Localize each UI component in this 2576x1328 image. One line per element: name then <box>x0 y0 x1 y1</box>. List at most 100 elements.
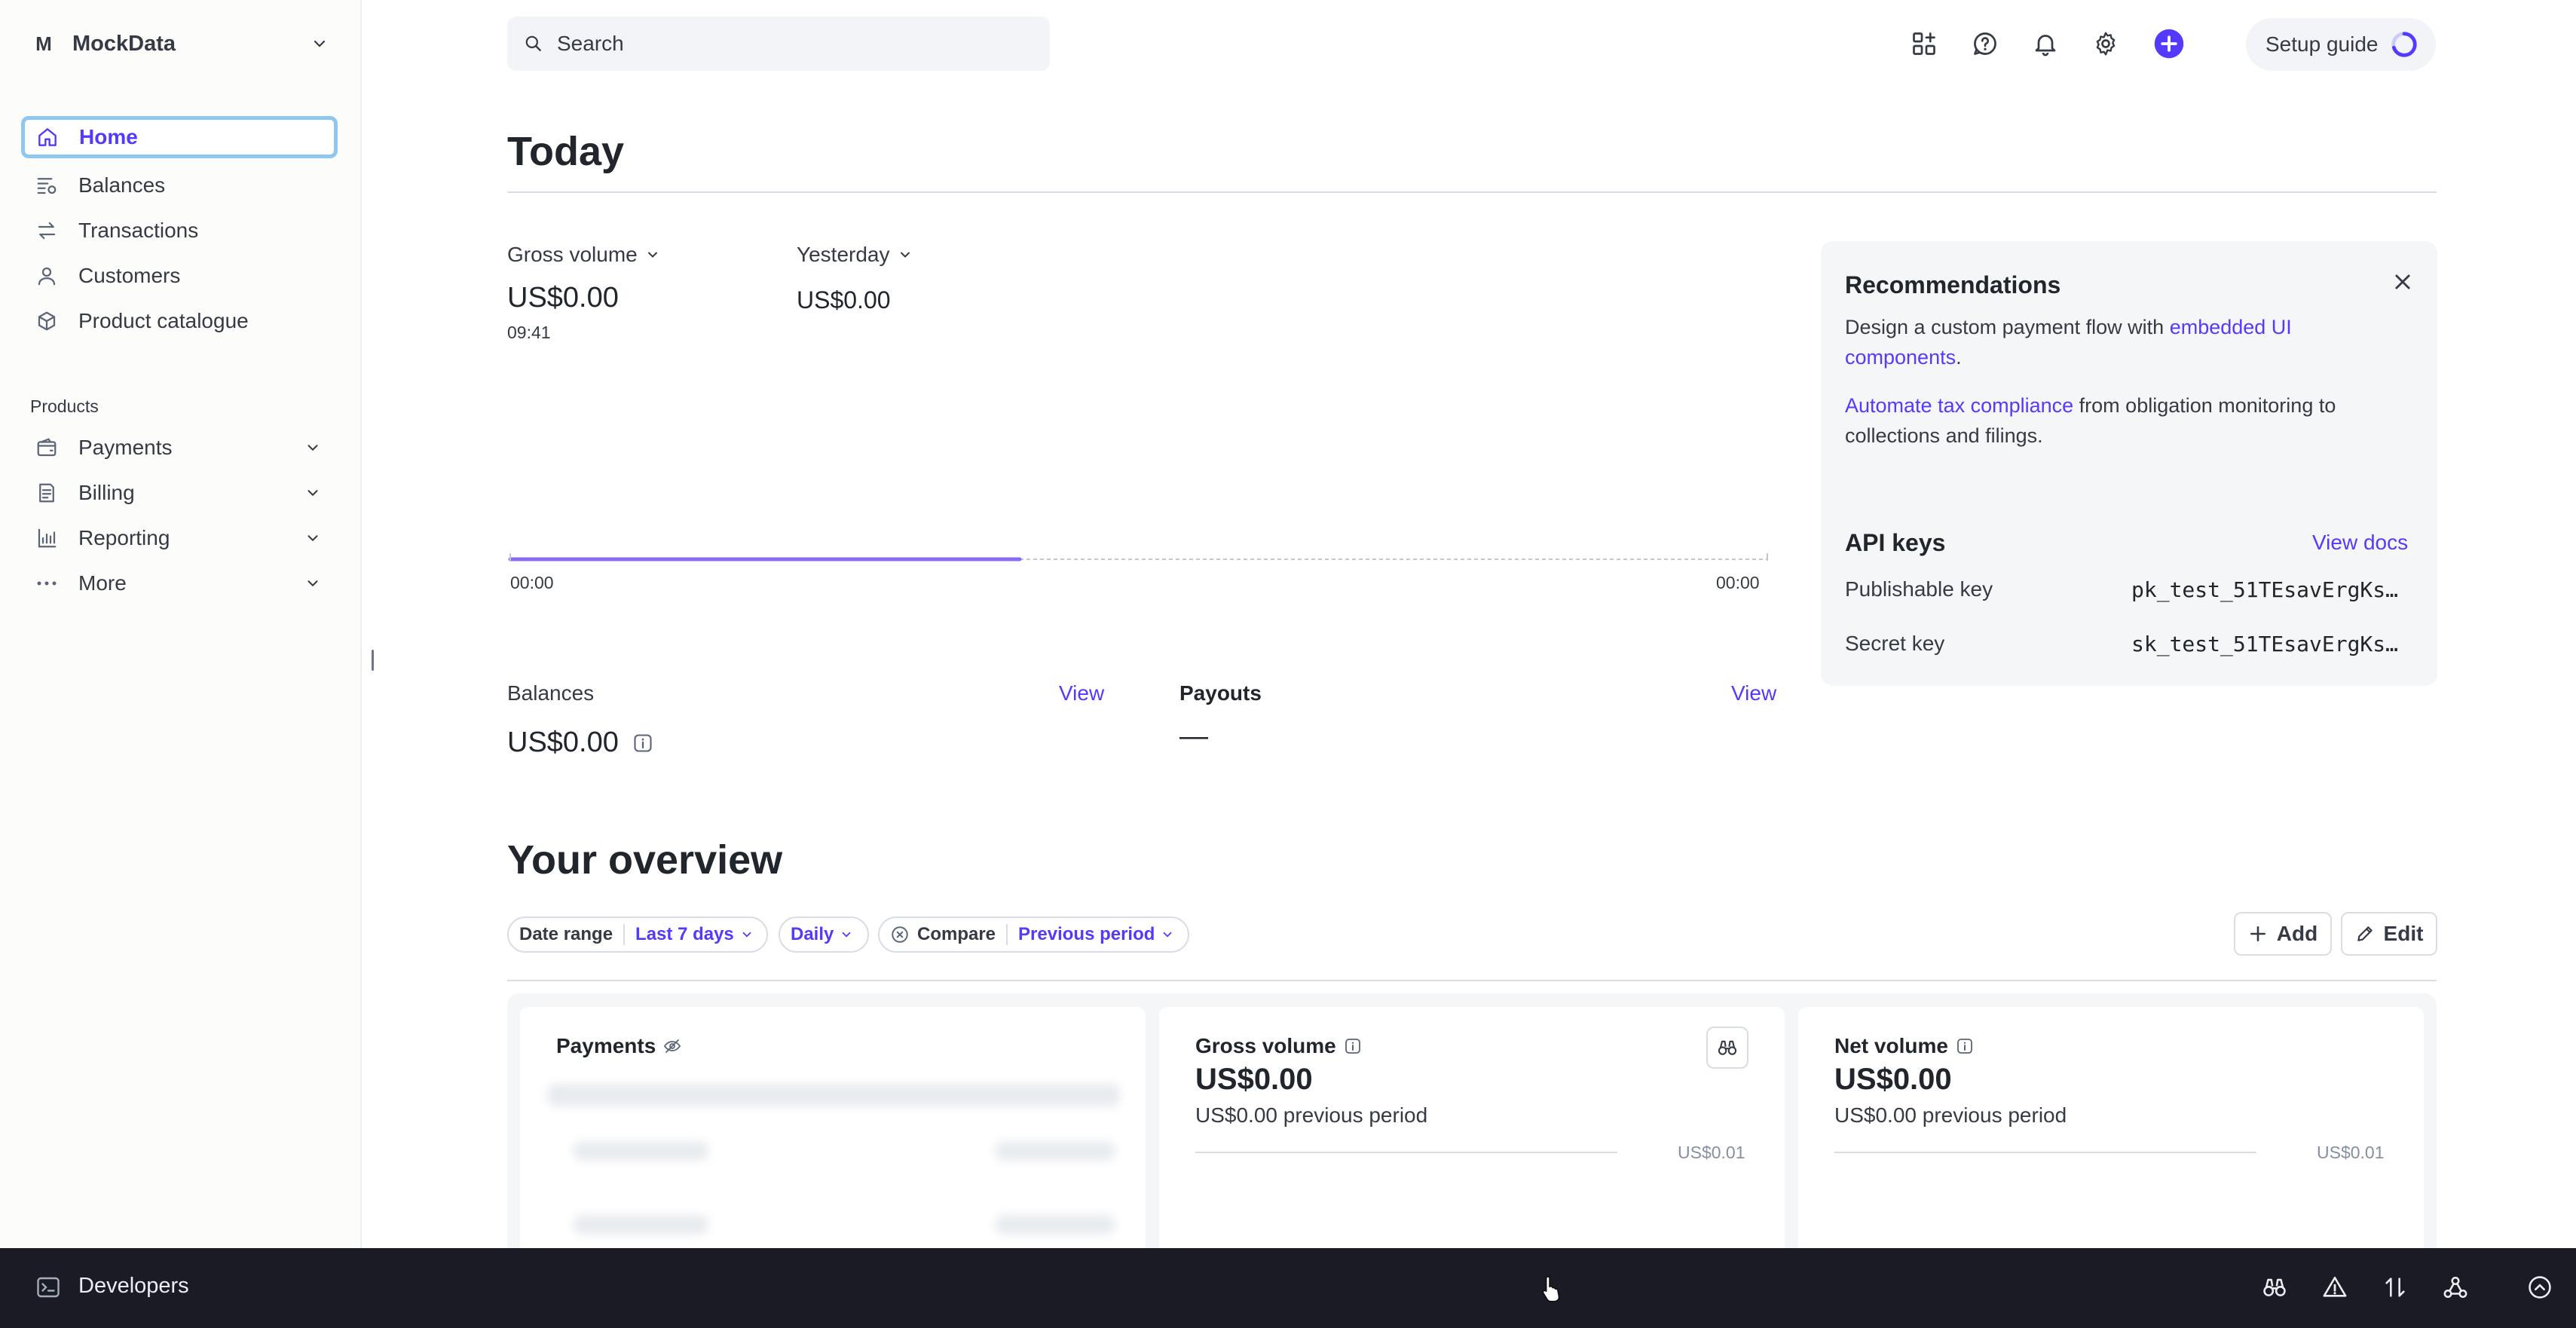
view-docs-link[interactable]: View docs <box>2312 531 2408 555</box>
close-icon[interactable] <box>2392 271 2413 292</box>
gross-volume-label: Gross volume <box>507 243 638 266</box>
sidebar-item-balances[interactable]: Balances <box>21 164 338 207</box>
api-requests-icon[interactable] <box>2379 1271 2412 1304</box>
gross-volume-selector[interactable]: Gross volume <box>507 243 660 267</box>
help-icon[interactable] <box>1969 26 2002 62</box>
search-bar[interactable] <box>507 17 1050 71</box>
balances-label: Balances <box>507 681 595 705</box>
inspect-button[interactable] <box>1706 1027 1748 1069</box>
title-divider <box>507 191 2437 193</box>
setup-guide-button[interactable]: Setup guide <box>2246 18 2436 71</box>
developers-label: Developers <box>78 1274 189 1298</box>
payouts-label: Payouts <box>1179 681 1262 705</box>
chevron-down-icon <box>842 932 851 938</box>
balances-view-link[interactable]: View <box>1059 681 1104 705</box>
overview-divider <box>507 980 2437 981</box>
placeholder-bar <box>573 1141 708 1161</box>
sidebar-resize-handle[interactable] <box>372 650 374 671</box>
notifications-icon[interactable] <box>2029 26 2062 62</box>
compare-filter[interactable]: Compare Previous period <box>878 916 1189 953</box>
sidebar-section-products: Products <box>30 396 99 416</box>
chevron-down-icon <box>1164 932 1172 938</box>
chevron-down-icon <box>314 40 326 47</box>
sidebar: M MockData Home Balances Transactions Cu… <box>0 0 362 1248</box>
info-icon[interactable] <box>632 733 653 754</box>
sidebar-item-billing[interactable]: Billing <box>21 472 338 514</box>
warning-icon[interactable] <box>2318 1271 2351 1304</box>
apps-icon[interactable] <box>1908 26 1941 62</box>
inspect-icon[interactable] <box>2258 1271 2291 1304</box>
pointer-cursor-icon <box>1542 1275 1560 1302</box>
date-range-key: Date range <box>519 924 613 944</box>
secret-key-label: Secret key <box>1845 632 1945 655</box>
sidebar-item-reporting[interactable]: Reporting <box>21 517 338 559</box>
chart-gridline <box>1195 1152 1617 1153</box>
sidebar-item-label: Payments <box>78 436 173 459</box>
automate-tax-link[interactable]: Automate tax compliance <box>1845 394 2073 417</box>
sidebar-item-label: Home <box>79 125 138 148</box>
gross-volume-card[interactable]: Gross volume US$0.00 US$0.00 previous pe… <box>1159 1007 1785 1248</box>
account-switcher[interactable]: M MockData <box>27 27 329 60</box>
progress-ring-icon <box>2391 32 2418 57</box>
edit-button[interactable]: Edit <box>2341 912 2437 956</box>
recommendation-text: . <box>1956 346 1962 369</box>
more-icon <box>33 570 60 597</box>
placeholder-bar <box>995 1141 1115 1161</box>
pill-separator <box>623 924 626 945</box>
add-button[interactable]: Add <box>2234 912 2332 956</box>
gross-volume-value: US$0.00 <box>507 282 619 314</box>
sidebar-item-more[interactable]: More <box>21 562 338 604</box>
info-icon[interactable] <box>1956 1037 1974 1055</box>
net-volume-card-title: Net volume <box>1834 1034 1948 1057</box>
interval-filter[interactable]: Daily <box>779 916 869 953</box>
product-catalogue-icon <box>33 308 60 335</box>
gross-volume-card-title-row: Gross volume <box>1195 1034 1362 1058</box>
chevron-down-icon <box>307 535 318 542</box>
create-icon[interactable] <box>2152 26 2186 62</box>
reporting-icon <box>33 525 60 552</box>
sidebar-item-transactions[interactable]: Transactions <box>21 210 338 252</box>
payments-card[interactable]: Payments <box>520 1007 1146 1248</box>
terminal-icon <box>37 1277 60 1298</box>
compare-value: Previous period <box>1018 924 1155 944</box>
date-range-filter[interactable]: Date range Last 7 days <box>507 916 768 953</box>
remove-filter-icon[interactable] <box>890 925 910 944</box>
gross-volume-card-value: US$0.00 <box>1195 1063 1313 1096</box>
chart-start-label: 00:00 <box>510 573 554 592</box>
yesterday-value: US$0.00 <box>797 286 891 314</box>
sidebar-item-customers[interactable]: Customers <box>21 255 338 297</box>
payouts-view-link[interactable]: View <box>1731 681 1776 705</box>
account-badge: M <box>35 32 52 55</box>
net-volume-card[interactable]: Net volume US$0.00 US$0.00 previous peri… <box>1798 1007 2424 1248</box>
sidebar-item-home[interactable]: Home <box>21 116 338 158</box>
sidebar-item-label: Transactions <box>78 219 199 242</box>
secret-key-value[interactable]: sk_test_51TEsavErgKs… <box>2131 632 2398 656</box>
webhooks-icon[interactable] <box>2439 1271 2472 1304</box>
balances-icon <box>33 172 60 199</box>
developers-bar[interactable]: Developers <box>0 1248 2576 1328</box>
billing-icon <box>33 479 60 506</box>
yesterday-selector[interactable]: Yesterday <box>797 243 913 267</box>
plus-icon <box>2250 926 2265 941</box>
chevron-down-icon <box>307 580 318 587</box>
chart-max-label: US$0.01 <box>2317 1143 2385 1162</box>
recommendations-panel: Recommendations Design a custom payment … <box>1821 241 2437 686</box>
sidebar-item-payments[interactable]: Payments <box>21 427 338 469</box>
search-input[interactable] <box>555 31 1011 57</box>
overview-title: Your overview <box>507 837 783 883</box>
info-icon[interactable] <box>1344 1037 1362 1055</box>
expand-icon[interactable] <box>2523 1271 2556 1304</box>
settings-icon[interactable] <box>2089 26 2122 62</box>
balances-value: US$0.00 <box>507 727 619 758</box>
publishable-key-value[interactable]: pk_test_51TEsavErgKs… <box>2131 577 2398 602</box>
transactions-icon <box>33 217 60 244</box>
sidebar-item-label: Customers <box>78 264 181 287</box>
sidebar-item-label: Reporting <box>78 526 170 549</box>
gross-volume-card-previous: US$0.00 previous period <box>1195 1103 1428 1127</box>
net-volume-card-previous: US$0.00 previous period <box>1834 1103 2067 1127</box>
sidebar-item-product-catalogue[interactable]: Product catalogue <box>21 300 338 342</box>
chevron-down-icon <box>900 252 910 258</box>
chevron-down-icon <box>742 932 751 938</box>
gross-volume-card-title: Gross volume <box>1195 1034 1336 1057</box>
account-name: MockData <box>72 31 176 56</box>
